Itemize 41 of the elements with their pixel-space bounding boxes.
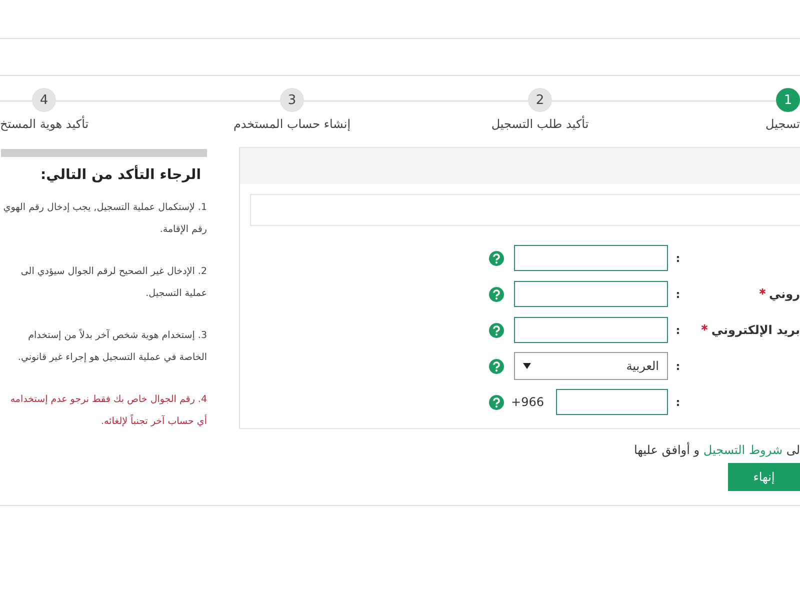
help-icon[interactable]	[489, 322, 504, 338]
note-text: 4. رقم الجوال خاص بك فقط نرجو عدم إستخدامه	[9, 393, 207, 407]
note-text: رقم الإقامة.	[158, 223, 207, 237]
required-asterisk-icon	[701, 324, 708, 330]
note-text: 1. لإستكمال عملية التسجيل, يجب إدخال رقم الهوي	[2, 201, 207, 215]
phone-field[interactable]	[556, 389, 668, 415]
step-number[interactable]: 2	[528, 88, 552, 112]
required-asterisk-icon	[758, 288, 766, 294]
step-label: تسجيل	[766, 116, 800, 133]
step-number[interactable]: 3	[280, 88, 304, 112]
colon: :	[674, 288, 682, 300]
help-icon[interactable]	[489, 358, 504, 374]
note-text: أي حساب آخر تجنباً لإلغائه.	[100, 413, 207, 429]
colon: :	[674, 252, 682, 264]
input-field[interactable]	[514, 245, 668, 271]
colon: :	[674, 396, 682, 408]
colon: :	[674, 324, 682, 336]
step-label: تأكيد طلب التسجيل	[491, 114, 589, 133]
terms-link[interactable]: شروط التسجيل	[703, 443, 783, 457]
step-number[interactable]: 4	[32, 88, 56, 112]
input-field[interactable]	[514, 317, 668, 343]
finish-button[interactable]: إنهاء	[728, 463, 800, 491]
caret-icon	[523, 363, 531, 369]
field-label: روني	[768, 287, 800, 301]
step-number[interactable]: 1	[776, 88, 800, 112]
country-code: +966	[511, 395, 544, 409]
note-text: 2. الإدخال غير الصحيح لرقم الجوال سيؤدي الى	[20, 265, 207, 279]
help-icon[interactable]	[489, 394, 504, 410]
note-text: عملية التسجيل.	[144, 287, 207, 301]
terms-text: لى شروط التسجيل و أوافق عليها	[632, 443, 800, 457]
help-icon[interactable]	[489, 250, 504, 266]
note-text: 3. إستخدام هوية شخص آخر بدلاً من إستخدام	[27, 328, 207, 343]
notes-heading: الرجاء التأكد من التالي:	[40, 167, 201, 183]
step-label: إنشاء حساب المستخدم	[233, 116, 351, 133]
note-text: الخاصة في عملية التسجيل هو إجراء غير قانوني.	[16, 351, 207, 365]
help-icon[interactable]	[489, 286, 504, 302]
input-field[interactable]	[514, 281, 668, 307]
language-select[interactable]: العربية	[514, 352, 668, 380]
step-label: تأكيد هوية المستخ	[0, 114, 89, 133]
field-label: بريد الإلكتروني	[711, 323, 800, 337]
colon: :	[674, 360, 682, 372]
